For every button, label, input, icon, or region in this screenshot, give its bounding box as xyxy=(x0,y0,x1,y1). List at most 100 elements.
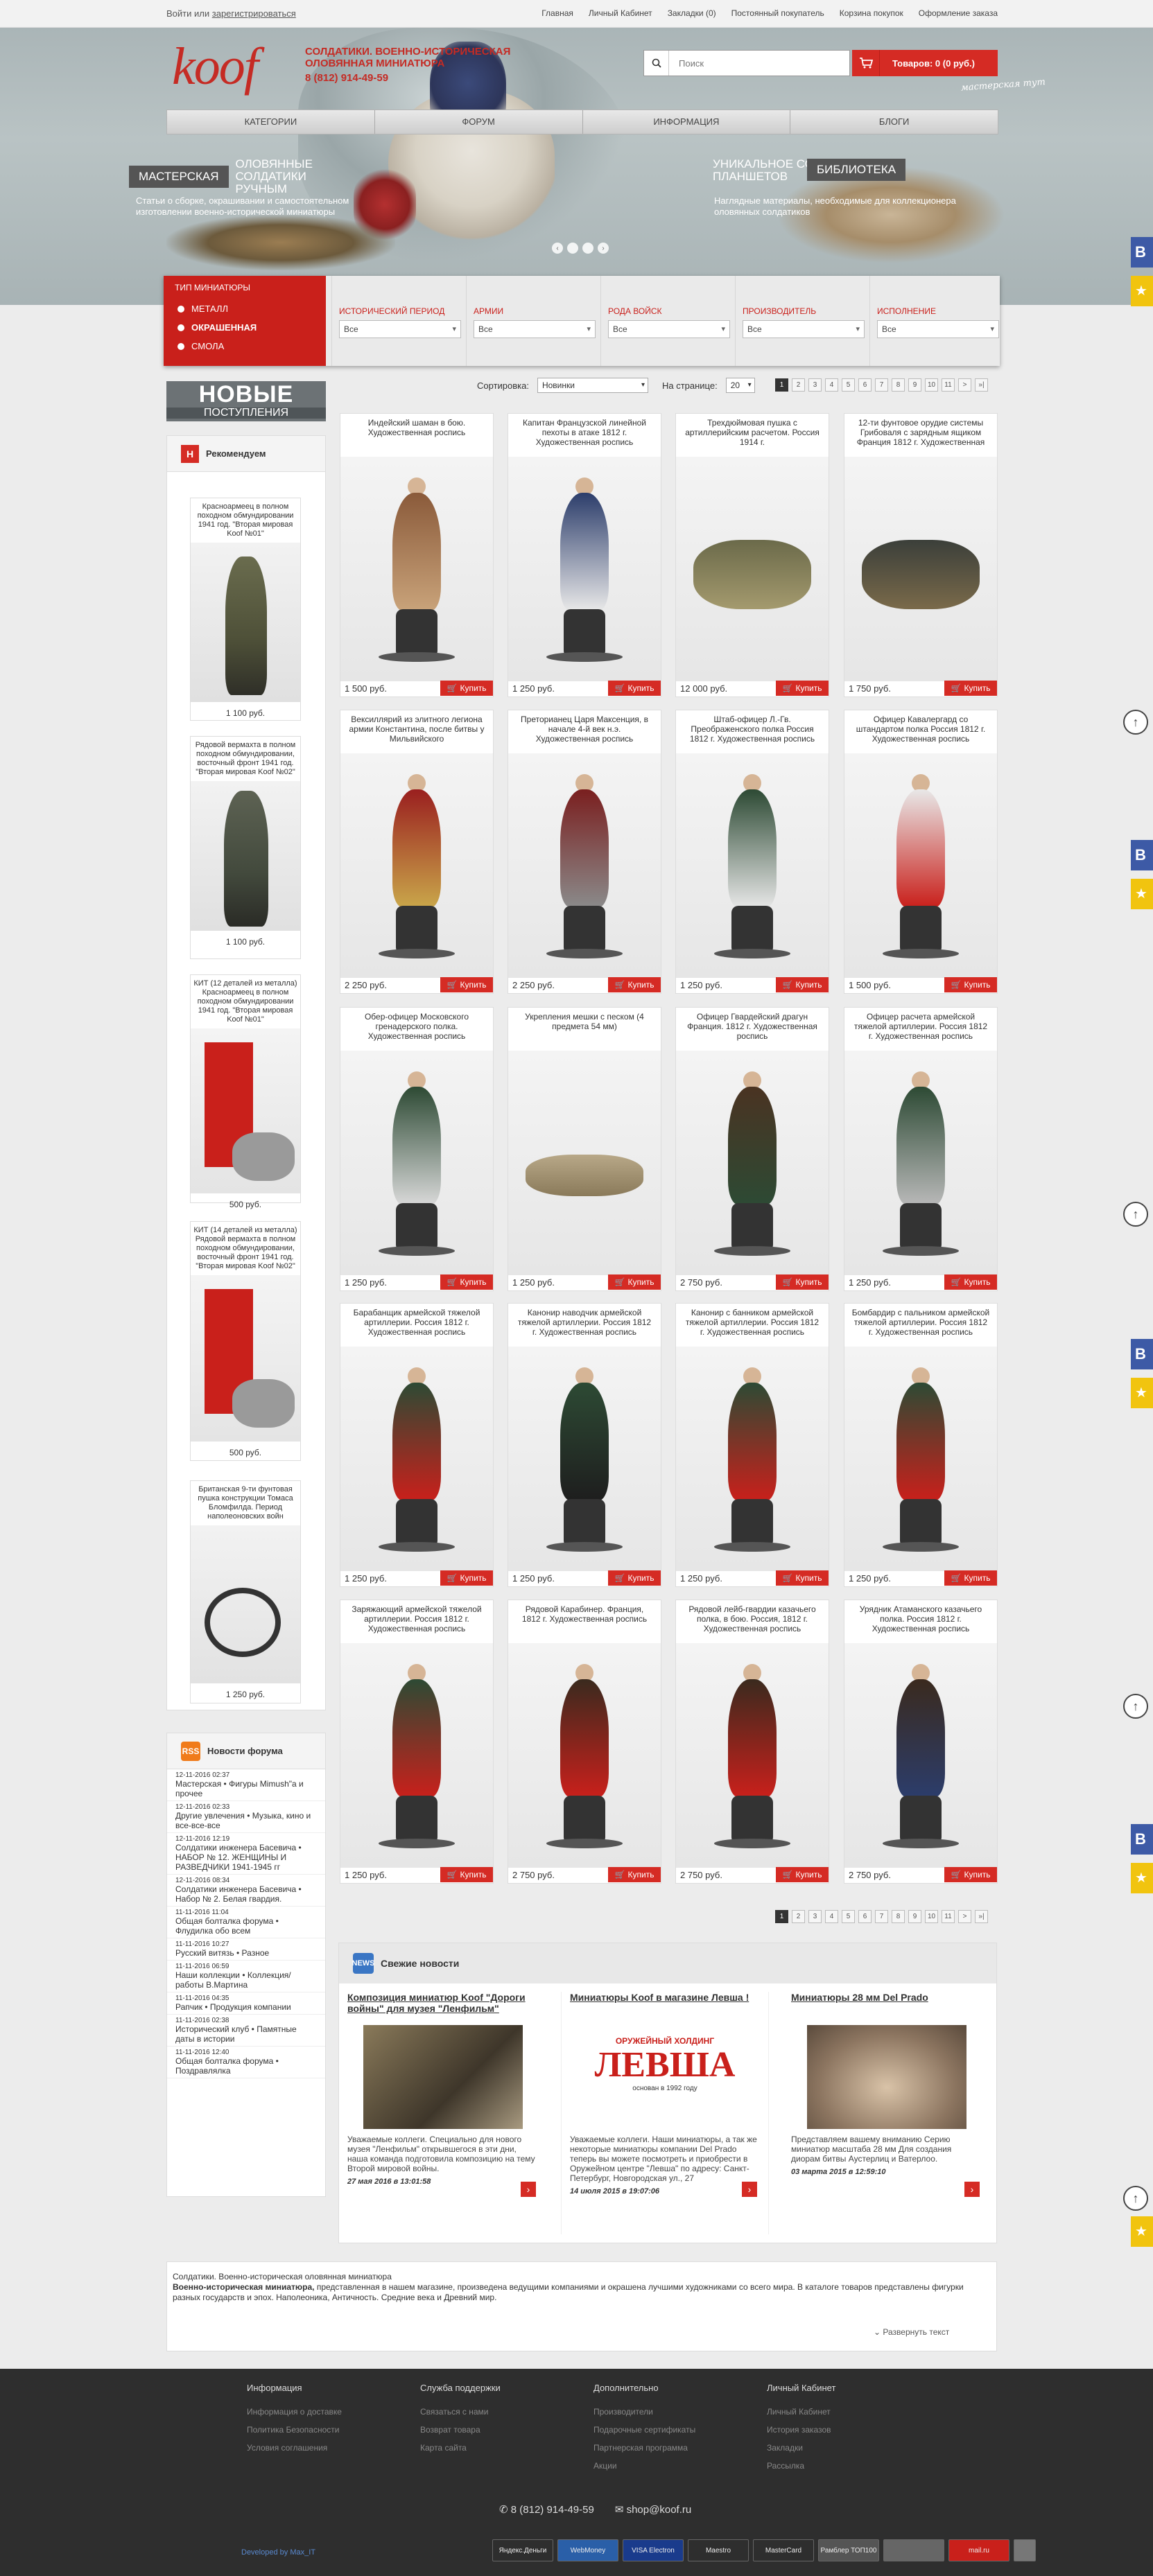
product-card[interactable]: Вексиллярий из элитного легиона армии Ко… xyxy=(340,710,494,994)
social-b-button[interactable]: B xyxy=(1131,840,1153,870)
product-card[interactable]: Офицер Кавалергард со штандартом полка Р… xyxy=(844,710,998,994)
slider-next[interactable]: › xyxy=(598,243,609,254)
buy-button[interactable]: 🛒 Купить xyxy=(608,1867,661,1882)
product-title[interactable]: Трехдюймовая пушка с артиллерийским расч… xyxy=(676,414,829,457)
product-card[interactable]: Канонир наводчик армейской тяжелой артил… xyxy=(508,1303,661,1587)
page-link[interactable]: 8 xyxy=(892,378,905,392)
product-title[interactable]: Рядовой лейб-гвардии казачьего полка, в … xyxy=(676,1600,829,1643)
buy-button[interactable]: 🛒 Купить xyxy=(440,1274,493,1290)
footer-link[interactable]: Связаться с нами xyxy=(420,2403,573,2421)
product-card[interactable]: Рядовой Карабинер. Франция, 1812 г. Худо… xyxy=(508,1600,661,1884)
footer-link[interactable]: Личный Кабинет xyxy=(767,2403,919,2421)
page-link[interactable]: > xyxy=(958,1910,971,1923)
star-icon[interactable]: ★ xyxy=(1131,1863,1153,1893)
product-title[interactable]: Офицер расчета армейской тяжелой артилле… xyxy=(844,1008,997,1051)
menu-forum[interactable]: Форум xyxy=(375,110,583,134)
menu-info[interactable]: Информация xyxy=(583,110,791,134)
footer-link[interactable]: История заказов xyxy=(767,2421,919,2439)
buy-button[interactable]: 🛒 Купить xyxy=(776,1867,829,1882)
page-link[interactable]: 4 xyxy=(825,1910,838,1923)
star-icon[interactable]: ★ xyxy=(1131,879,1153,909)
product-image[interactable] xyxy=(844,1643,997,1868)
buy-button[interactable]: 🛒 Купить xyxy=(776,681,829,696)
product-title[interactable]: Обер-офицер Московского гренадерского по… xyxy=(340,1008,493,1051)
product-image[interactable] xyxy=(844,1051,997,1275)
rec-item[interactable]: Британская 9-ти фунтовая пушка конструкц… xyxy=(190,1480,301,1703)
product-card[interactable]: Заряжающий армейской тяжелой артиллерии.… xyxy=(340,1600,494,1884)
slider-dot[interactable] xyxy=(582,243,593,254)
forum-item[interactable]: 11-11-2016 02:38 Исторический клуб • Памя… xyxy=(167,2015,325,2047)
filter-select[interactable]: Все xyxy=(608,320,730,338)
page-link[interactable]: 7 xyxy=(875,378,888,392)
product-image[interactable] xyxy=(340,457,493,681)
product-card[interactable]: Офицер расчета армейской тяжелой артилле… xyxy=(844,1007,998,1291)
footer-link[interactable]: Закладки xyxy=(767,2439,919,2457)
product-card[interactable]: 12-ти фунтовое орудие системы Грибоваля … xyxy=(844,413,998,697)
type-painted[interactable]: Окрашенная xyxy=(164,318,326,337)
page-link[interactable]: »| xyxy=(975,1910,988,1923)
footer-link[interactable]: Производители xyxy=(593,2403,746,2421)
product-image[interactable] xyxy=(844,753,997,978)
page-link[interactable]: 7 xyxy=(875,1910,888,1923)
buy-button[interactable]: 🛒 Купить xyxy=(440,681,493,696)
page-link[interactable]: 11 xyxy=(942,378,955,392)
forum-item[interactable]: 12-11-2016 08:34 Солдатики инженера Басев… xyxy=(167,1875,325,1907)
type-resin[interactable]: Смола xyxy=(164,337,326,356)
news-item-title[interactable]: Миниатюры 28 мм Del Prado xyxy=(791,1992,982,2019)
login-link[interactable]: Войти xyxy=(166,8,191,19)
footer-link[interactable]: Акции xyxy=(593,2457,746,2475)
page-link[interactable]: 6 xyxy=(858,1910,872,1923)
cart-button[interactable]: Товаров: 0 (0 руб.) xyxy=(852,50,998,76)
product-title[interactable]: Вексиллярий из элитного легиона армии Ко… xyxy=(340,710,493,753)
forum-item[interactable]: 11-11-2016 10:27 Русский витязь • Разное xyxy=(167,1938,325,1961)
social-b-button[interactable]: B xyxy=(1131,1824,1153,1855)
news-more-arrow-icon[interactable]: › xyxy=(521,2182,536,2197)
scroll-up-icon[interactable]: ↑ xyxy=(1123,1694,1148,1719)
slider-dot[interactable] xyxy=(567,243,578,254)
site-logo[interactable]: koof xyxy=(172,40,259,93)
rec-item[interactable]: КИТ (12 деталей из металла) Красноармеец… xyxy=(190,974,301,1209)
promo-workshop[interactable]: Мастерская оловянные солдатики ручным xyxy=(129,158,361,195)
product-image[interactable] xyxy=(340,1643,493,1868)
filter-select[interactable]: Все xyxy=(474,320,596,338)
buy-button[interactable]: 🛒 Купить xyxy=(608,1570,661,1586)
footer-link[interactable]: Партнерская программа xyxy=(593,2439,746,2457)
buy-button[interactable]: 🛒 Купить xyxy=(440,977,493,992)
scroll-up-icon[interactable]: ↑ xyxy=(1123,2186,1148,2211)
buy-button[interactable]: 🛒 Купить xyxy=(776,977,829,992)
page-link[interactable]: 6 xyxy=(858,378,872,392)
forum-item[interactable]: 12-11-2016 02:33 Другие увлечения • Музык… xyxy=(167,1801,325,1833)
page-link[interactable]: 5 xyxy=(842,378,855,392)
product-card[interactable]: Канонир с банником армейской тяжелой арт… xyxy=(675,1303,829,1587)
product-card[interactable]: Обер-офицер Московского гренадерского по… xyxy=(340,1007,494,1291)
news-more-arrow-icon[interactable]: › xyxy=(964,2182,980,2197)
product-card[interactable]: Бомбардир с пальником армейской тяжелой … xyxy=(844,1303,998,1587)
product-card[interactable]: Рядовой лейб-гвардии казачьего полка, в … xyxy=(675,1600,829,1884)
filter-select[interactable]: Все xyxy=(339,320,461,338)
developer-credit[interactable]: Developed by Max_IT xyxy=(241,2548,315,2557)
footer-link[interactable]: Карта сайта xyxy=(420,2439,573,2457)
product-image[interactable] xyxy=(508,753,661,978)
product-image[interactable] xyxy=(676,1347,829,1571)
page-link[interactable]: 11 xyxy=(942,1910,955,1923)
buy-button[interactable]: 🛒 Купить xyxy=(944,1867,997,1882)
product-title[interactable]: Бомбардир с пальником армейской тяжелой … xyxy=(844,1304,997,1347)
buy-button[interactable]: 🛒 Купить xyxy=(776,1570,829,1586)
nav-home[interactable]: Главная xyxy=(541,8,573,18)
rec-item[interactable]: Красноармеец в полном походном обмундиро… xyxy=(190,498,301,721)
page-link[interactable]: 3 xyxy=(808,1910,822,1923)
buy-button[interactable]: 🛒 Купить xyxy=(608,1274,661,1290)
product-title[interactable]: Индейский шаман в бою. Художественная ро… xyxy=(340,414,493,457)
social-b-button[interactable]: B xyxy=(1131,237,1153,268)
news-item-title[interactable]: Композиция миниатюр Koof "Дороги войны" … xyxy=(347,1992,539,2019)
footer-link[interactable]: Возврат товара xyxy=(420,2421,573,2439)
product-title[interactable]: Канонир с банником армейской тяжелой арт… xyxy=(676,1304,829,1347)
product-image[interactable] xyxy=(508,1643,661,1868)
buy-button[interactable]: 🛒 Купить xyxy=(944,977,997,992)
slider-prev[interactable]: ‹ xyxy=(552,243,563,254)
page-link[interactable]: 2 xyxy=(792,378,805,392)
page-link[interactable]: 1 xyxy=(775,378,788,392)
nav-regular-customer[interactable]: Постоянный покупатель xyxy=(731,8,824,18)
product-title[interactable]: Барабанщик армейской тяжелой артиллерии.… xyxy=(340,1304,493,1347)
forum-item[interactable]: 11-11-2016 12:40 Общая болталка форума • … xyxy=(167,2047,325,2078)
